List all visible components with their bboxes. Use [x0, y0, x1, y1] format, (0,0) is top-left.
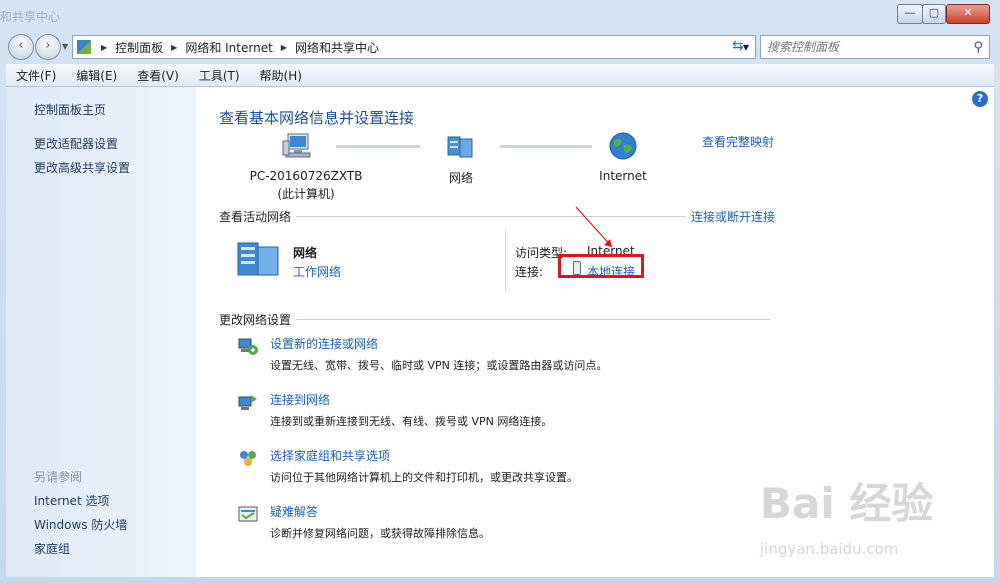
- red-arrow-annotation: [575, 206, 613, 248]
- computer-icon[interactable]: [282, 131, 312, 161]
- vertical-divider: [505, 230, 506, 292]
- menu-edit[interactable]: 编辑(E): [66, 67, 127, 84]
- breadcrumb-control-panel[interactable]: 控制面板: [115, 39, 163, 56]
- watermark-brand: Bai 经验: [760, 479, 934, 528]
- menu-bar: 文件(F) 编辑(E) 查看(V) 工具(T) 帮助(H): [6, 64, 994, 87]
- recent-pages-dropdown-icon[interactable]: ▼: [62, 42, 68, 51]
- connections-label: 连接:: [515, 265, 544, 279]
- sidebar-link-control-panel-home[interactable]: 控制面板主页: [34, 101, 106, 118]
- sidebar-link-windows-firewall[interactable]: Windows 防火墙: [34, 516, 127, 533]
- sidebar-link-advanced-sharing[interactable]: 更改高级共享设置: [34, 159, 130, 176]
- connect-network-desc: 连接到或重新连接到无线、有线、拨号或 VPN 网络连接。: [270, 415, 553, 428]
- connect-network-icon: [238, 395, 257, 410]
- network-location-link[interactable]: 工作网络: [293, 263, 341, 280]
- sidebar: 控制面板主页 更改适配器设置 更改高级共享设置 另请参阅 Internet 选项…: [6, 87, 196, 577]
- refresh-button[interactable]: ⇆: [732, 38, 744, 54]
- minimize-button[interactable]: —: [897, 4, 923, 24]
- help-icon[interactable]: ?: [972, 91, 988, 107]
- setup-connection-link[interactable]: 设置新的连接或网络: [270, 335, 378, 352]
- menu-help[interactable]: 帮助(H): [250, 67, 312, 84]
- see-also-heading: 另请参阅: [34, 470, 83, 484]
- active-network-name: 网络: [293, 246, 318, 260]
- search-box[interactable]: ⚲: [760, 35, 990, 59]
- forward-arrow-icon: ›: [45, 38, 51, 53]
- network-building-icon[interactable]: [236, 237, 282, 277]
- change-settings-heading: 更改网络设置: [219, 313, 292, 327]
- watermark-url: jingyan.baidu.com: [760, 540, 899, 558]
- breadcrumb-network-internet[interactable]: 网络和 Internet: [185, 39, 272, 56]
- search-icon[interactable]: ⚲: [973, 40, 983, 55]
- sidebar-link-internet-options[interactable]: Internet 选项: [34, 492, 109, 509]
- troubleshoot-link[interactable]: 疑难解答: [270, 503, 318, 520]
- network-icon[interactable]: [446, 133, 476, 159]
- breadcrumb-separator-icon[interactable]: ▶: [281, 43, 287, 52]
- this-computer-label: (此计算机): [277, 187, 335, 201]
- address-bar[interactable]: ▶ 控制面板 ▶ 网络和 Internet ▶ 网络和共享中心 ▼: [72, 35, 756, 59]
- troubleshoot-desc: 诊断并修复网络问题，或获得故障排除信息。: [270, 527, 490, 540]
- homegroup-link[interactable]: 选择家庭组和共享选项: [270, 447, 390, 464]
- menu-tools[interactable]: 工具(T): [189, 67, 250, 84]
- navigation-bar: ‹ › ▼ ▶ 控制面板 ▶ 网络和 Internet ▶ 网络和共享中心 ▼ …: [0, 30, 1000, 62]
- search-input[interactable]: [761, 39, 974, 55]
- maximize-button[interactable]: ▢: [922, 4, 946, 24]
- internet-globe-icon[interactable]: [608, 131, 638, 161]
- view-full-map-link[interactable]: 查看完整映射: [702, 133, 774, 150]
- network-node-label: 网络: [448, 171, 473, 185]
- menu-file[interactable]: 文件(F): [6, 67, 66, 84]
- homegroup-icon: [240, 451, 256, 466]
- sidebar-link-homegroup[interactable]: 家庭组: [34, 540, 70, 557]
- window: 和共享中心 — ▢ ✕ ‹ › ▼ ▶ 控制面板 ▶ 网络和 Internet …: [0, 0, 1000, 583]
- control-panel-icon: [77, 40, 91, 54]
- active-networks-heading: 查看活动网络: [219, 210, 292, 224]
- internet-node-label: Internet: [599, 169, 647, 183]
- back-button[interactable]: ‹: [8, 34, 34, 60]
- sidebar-link-adapter-settings[interactable]: 更改适配器设置: [34, 135, 118, 152]
- network-setup-icon: [238, 338, 258, 355]
- title-bar: 和共享中心 — ▢ ✕: [0, 0, 1000, 30]
- connect-disconnect-link[interactable]: 连接或断开连接: [691, 208, 775, 225]
- homegroup-desc: 访问位于其他网络计算机上的文件和打印机，或更改共享设置。: [270, 471, 578, 484]
- divider: [296, 216, 686, 217]
- breadcrumb-network-sharing-center[interactable]: 网络和共享中心: [295, 39, 379, 56]
- close-button[interactable]: ✕: [946, 4, 990, 24]
- menu-view[interactable]: 查看(V): [127, 67, 189, 84]
- highlight-box: [558, 254, 644, 278]
- connection-line: [500, 145, 592, 148]
- troubleshoot-icon: [238, 506, 258, 522]
- back-arrow-icon: ‹: [18, 38, 24, 53]
- breadcrumb-separator-icon[interactable]: ▶: [101, 43, 107, 52]
- connection-line: [336, 145, 420, 148]
- forward-button[interactable]: ›: [35, 34, 61, 60]
- connect-network-link[interactable]: 连接到网络: [270, 391, 330, 408]
- breadcrumb-separator-icon[interactable]: ▶: [171, 43, 177, 52]
- setup-connection-desc: 设置无线、宽带、拨号、临时或 VPN 连接；或设置路由器或访问点。: [270, 359, 608, 372]
- page-title: 查看基本网络信息并设置连接: [219, 109, 415, 127]
- divider: [296, 319, 770, 320]
- window-title: 和共享中心: [0, 10, 61, 24]
- computer-name-label: PC-20160726ZXTB: [249, 169, 363, 183]
